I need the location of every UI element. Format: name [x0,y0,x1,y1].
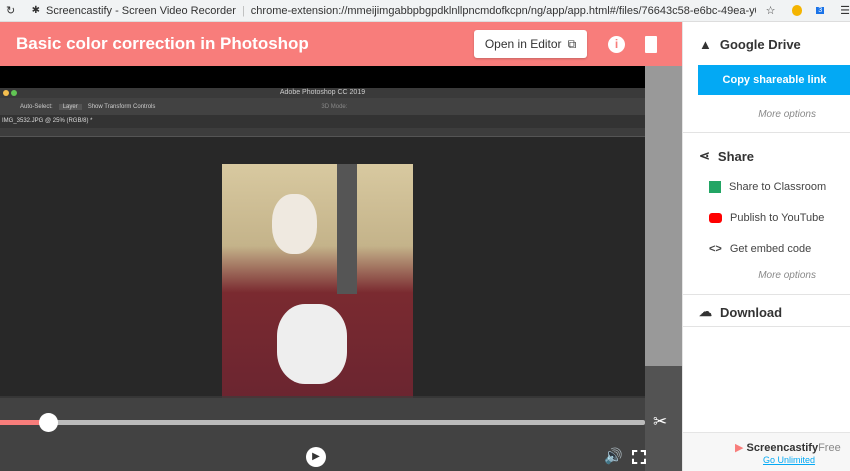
external-link-icon: ⧉ [567,36,577,51]
ps-doc-tab: IMG_3532.JPG @ 25% (RGB/8) * [0,115,645,128]
footer: ▶ ScreencastifyFree Go Unlimited [683,432,850,471]
extension-icon: ✱ [31,5,40,16]
google-drive-section: ▲ Google Drive [699,37,801,52]
video-letterbox [0,66,645,88]
trim-scissors-icon[interactable]: ✂ [653,412,667,432]
share-more-options[interactable]: More options [758,270,816,281]
trash-icon[interactable] [645,36,657,53]
video-side-strip [645,66,682,366]
youtube-icon [709,213,722,223]
cloud-download-icon: ☁ [699,304,712,319]
info-icon[interactable]: i [608,36,625,53]
ps-title: Adobe Photoshop CC 2019 [0,88,645,98]
open-in-editor-button[interactable]: Open in Editor ⧉ [474,30,587,58]
browser-bar: ↻ ✱ Screencastify - Screen Video Recorde… [0,0,850,22]
get-embed-code[interactable]: <> Get embed code [709,243,811,255]
ps-options-bar: Auto-Select: Layer Show Transform Controls… [0,98,645,115]
go-unlimited-link[interactable]: Go Unlimited [763,455,815,465]
page-title: Basic color correction in Photoshop [16,34,309,53]
play-button[interactable]: ▶ [306,447,326,467]
reload-icon[interactable]: ↻ [6,4,20,17]
tab-title: Screencastify - Screen Video Recorder [45,4,236,17]
video-header: Basic color correction in Photoshop Open… [0,22,682,66]
share-icon: ⋖ [699,148,710,163]
video-player[interactable]: Adobe Photoshop CC 2019 Auto-Select: Laye… [0,66,682,471]
photoshop-window: Adobe Photoshop CC 2019 Auto-Select: Laye… [0,88,645,398]
classroom-icon [709,181,721,193]
fullscreen-icon[interactable] [632,450,646,464]
photo-canvas [222,164,413,398]
ps-ruler [0,128,645,137]
share-to-classroom[interactable]: Share to Classroom [709,181,826,193]
sidebar: ▲ Google Drive Copy shareable link More o… [682,22,850,471]
star-icon[interactable]: ☆ [766,4,776,17]
extension-badge[interactable]: 3 [816,7,825,14]
google-drive-icon: ▲ [699,37,712,52]
open-in-editor-label: Open in Editor [484,37,562,51]
progress-handle[interactable] [39,413,58,432]
extension-yellow-icon[interactable] [791,5,803,16]
download-section[interactable]: ☁ Download [699,304,782,320]
brand-logo: ▶ ScreencastifyFree [735,442,841,454]
publish-to-youtube[interactable]: Publish to YouTube [709,212,824,224]
menu-icon[interactable]: ☰ [840,4,850,17]
code-icon: <> [709,243,722,255]
share-section: ⋖ Share [699,148,755,164]
copy-shareable-link-button[interactable]: Copy shareable link [698,65,850,95]
volume-icon[interactable]: 🔊 [604,447,623,465]
url-field[interactable]: chrome-extension://mmeijimgabbpbgpdklnll… [251,5,756,17]
progress-track[interactable] [0,420,645,425]
drive-more-options[interactable]: More options [758,109,816,120]
